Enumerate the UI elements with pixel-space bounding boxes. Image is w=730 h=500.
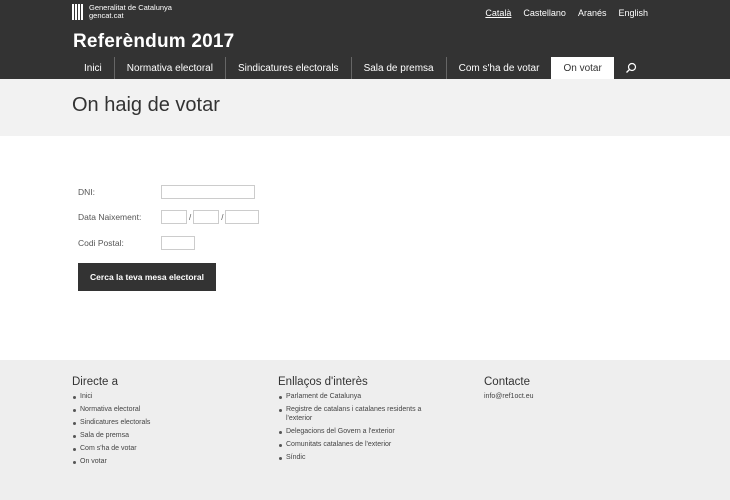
language-nav: Català Castellano Aranés English (485, 8, 648, 18)
footer-contact: Contacte info@ref1oct.eu (484, 376, 644, 400)
footer-link[interactable]: Sala de premsa (72, 432, 262, 441)
site-header: Generalitat de Catalunya gencat.cat Cata… (0, 0, 730, 79)
search-polling-station-button[interactable]: Cerca la teva mesa electoral (78, 263, 216, 291)
footer-link[interactable]: Normativa electoral (72, 406, 262, 415)
footer-link[interactable]: Comunitats catalanes de l'exterior (278, 441, 438, 450)
birth-month-input[interactable] (193, 210, 220, 224)
date-separator: / (221, 212, 224, 222)
footer-link[interactable]: Parlament de Catalunya (278, 393, 438, 402)
contact-email-link[interactable]: info@ref1oct.eu (484, 393, 644, 400)
lang-castellano[interactable]: Castellano (523, 8, 566, 18)
footer-contact-title: Contacte (484, 376, 531, 388)
footer-direct-title: Directe a (72, 376, 119, 388)
nav-item-sindicatures[interactable]: Sindicatures electorals (224, 57, 351, 79)
birthdate-row: Data Naixement: / / (78, 210, 260, 224)
footer-link[interactable]: Registre de catalans i catalanes residen… (278, 406, 438, 423)
footer-link[interactable]: Sindicatures electorals (72, 419, 262, 428)
dni-input[interactable] (161, 185, 255, 199)
footer-link[interactable]: Inici (72, 393, 262, 402)
gov-domain: gencat.cat (89, 11, 124, 20)
nav-item-normativa[interactable]: Normativa electoral (113, 57, 225, 79)
site-title[interactable]: Referèndum 2017 (73, 31, 234, 53)
postal-label: Codi Postal: (78, 238, 124, 248)
lang-catala[interactable]: Català (485, 8, 511, 18)
search-icon (625, 62, 636, 73)
lang-english[interactable]: English (618, 8, 648, 18)
footer-link[interactable]: Síndic (278, 454, 438, 463)
birthdate-label: Data Naixement: (78, 212, 142, 222)
gov-logo[interactable]: Generalitat de Catalunya gencat.cat (72, 4, 172, 20)
lang-aranes[interactable]: Aranés (578, 8, 607, 18)
dni-label: DNI: (78, 187, 95, 197)
gov-logo-text: Generalitat de Catalunya gencat.cat (89, 4, 172, 20)
footer-interest-links: Enllaços d'interès Parlament de Cataluny… (278, 376, 438, 467)
birth-year-input[interactable] (225, 210, 260, 224)
footer-link[interactable]: On votar (72, 458, 262, 467)
birth-day-input[interactable] (161, 210, 187, 224)
nav-item-sala-premsa[interactable]: Sala de premsa (350, 57, 446, 79)
postal-code-input[interactable] (161, 236, 195, 250)
footer-link[interactable]: Delegacions del Govern a l'exterior (278, 428, 438, 437)
nav-item-on-votar[interactable]: On votar (551, 57, 614, 79)
footer-direct: Directe a Inici Normativa electoral Sind… (72, 376, 262, 471)
dni-row: DNI: (78, 185, 255, 199)
generalitat-logo-icon (72, 4, 85, 20)
site-footer: Directe a Inici Normativa electoral Sind… (0, 360, 730, 500)
page-title: On haig de votar (72, 94, 220, 116)
nav-item-inici[interactable]: Inici (72, 57, 114, 79)
nav-item-com-votar[interactable]: Com s'ha de votar (445, 57, 552, 79)
main-nav: Inici Normativa electoral Sindicatures e… (72, 57, 644, 79)
search-button[interactable] (618, 57, 644, 79)
footer-link[interactable]: Com s'ha de votar (72, 445, 262, 454)
footer-interest-title: Enllaços d'interès (278, 376, 368, 388)
postal-row: Codi Postal: (78, 236, 195, 250)
date-separator: / (189, 212, 192, 222)
